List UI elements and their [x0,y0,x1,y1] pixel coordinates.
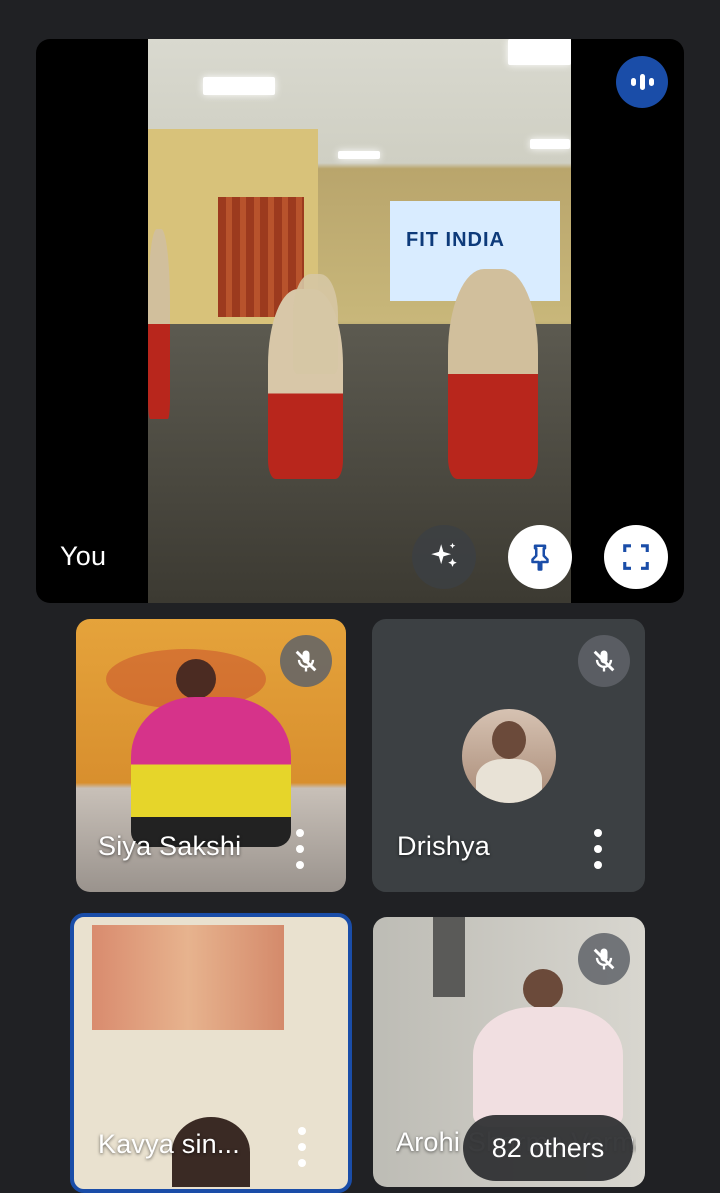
more-vert-icon [296,829,304,837]
more-options-button[interactable] [588,829,608,869]
more-vert-icon [298,1127,306,1135]
fullscreen-button[interactable] [604,525,668,589]
pin-button[interactable] [508,525,572,589]
dancer-figure [448,269,538,479]
participant-tile[interactable]: Drishya [372,619,645,892]
projector-screen-text: FIT INDIA [406,229,505,251]
scene-ceiling-light [338,151,380,159]
scene-ceiling-light [203,77,275,95]
participant-tile[interactable]: Siya Sakshi [76,619,346,892]
mic-off-badge [280,635,332,687]
others-button[interactable]: 82 others [463,1115,633,1181]
mic-off-icon [593,650,615,672]
scene-ceiling-light [530,139,570,149]
participant-figure-body [131,697,291,847]
self-name-label: You [60,541,107,571]
self-video-feed: FIT INDIA [148,39,571,603]
more-options-button[interactable] [290,829,310,869]
self-video-tile[interactable]: FIT INDIA You [36,39,684,603]
fullscreen-icon [623,544,649,570]
sparkle-icon [431,542,457,567]
mic-off-icon [295,650,317,672]
avatar [462,709,556,803]
dancer-figure [293,274,338,374]
effects-button[interactable] [412,525,476,589]
participant-name: Kavya sin... [98,1129,240,1159]
audio-level-icon [616,56,668,108]
scene-frame [433,917,465,997]
more-options-button[interactable] [292,1127,312,1167]
participant-figure-head [523,969,563,1009]
scene-ceiling-light [508,39,571,65]
participant-tile-active-speaker[interactable]: Kavya sin... [70,913,352,1193]
pin-icon [531,544,549,571]
scene-poster [92,925,284,1030]
more-vert-icon [594,829,602,837]
mic-off-icon [593,948,615,970]
mic-off-badge [578,635,630,687]
participant-figure-head [176,659,216,699]
mic-off-badge [578,933,630,985]
participant-name: Siya Sakshi [98,831,242,861]
participant-figure-body [473,1007,623,1127]
dancer-figure [148,229,170,419]
participant-name: Drishya [397,831,490,861]
